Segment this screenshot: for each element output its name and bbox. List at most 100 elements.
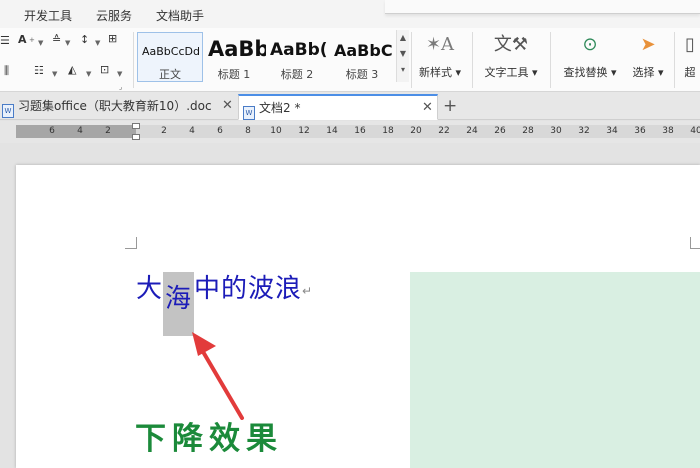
sort-icon[interactable]: ≙ [52, 33, 61, 47]
text-after: 中的波浪 [194, 274, 303, 304]
line-spacing-icon[interactable]: ↕ [80, 33, 89, 47]
tab-document2[interactable]: W 文档2 * ✕ [238, 94, 438, 120]
text-tools-icon: 文⚒ [493, 34, 529, 55]
chevron-down-icon[interactable]: ▼ [38, 36, 43, 50]
menu-cloud-service[interactable]: 云服务 [96, 7, 132, 24]
margin-corner-mark [690, 237, 700, 249]
select-label: 选择 ▾ [632, 66, 664, 79]
style-gallery: AaBbCcDd 正文 AaBb 标题 1 AaBb( 标题 2 AaBbC 标… [137, 32, 409, 84]
ribbon-separator [472, 32, 473, 88]
new-style-icon: ✶A [425, 34, 455, 55]
style-heading-1[interactable]: AaBb 标题 1 [203, 32, 266, 82]
menu-doc-assistant[interactable]: 文档助手 [156, 7, 204, 24]
chevron-down-icon[interactable]: ▼ [65, 36, 70, 50]
ruler-number: 12 [298, 126, 310, 136]
style-sample: AaBbCcDd [142, 45, 200, 58]
ruler-number: 24 [466, 126, 478, 136]
chevron-down-icon[interactable]: ▼ [117, 67, 122, 81]
overflow-button[interactable]: ▯ 超 [680, 32, 700, 88]
style-sample: AaBb [208, 37, 266, 61]
grow-font-arrow-icon[interactable]: + [29, 33, 35, 47]
menu-bar: 开发工具 云服务 文档助手 [0, 0, 700, 28]
indent-icon[interactable]: ☷ [34, 64, 44, 78]
ruler-number: 26 [494, 126, 506, 136]
text-tools-label: 文字工具 ▾ [484, 66, 538, 79]
select-button[interactable]: ➤ 选择 ▾ [625, 32, 671, 88]
style-normal[interactable]: AaBbCcDd 正文 [137, 32, 203, 82]
style-name: 正文 [159, 68, 181, 81]
ruler-number: 34 [606, 126, 618, 136]
ruler-number: 38 [662, 126, 674, 136]
horizontal-ruler[interactable]: 6 4 2 2 4 6 8 10 12 14 16 18 20 22 24 26 28 30 32 34 36 38 40 [16, 123, 700, 140]
ribbon-separator [133, 32, 134, 88]
ruler-number: 8 [245, 126, 251, 136]
document-page[interactable]: 大海中的波浪↵ 下降效果 [16, 165, 700, 468]
doc-file-icon: W [2, 104, 14, 118]
ruler-area: 6 4 2 2 4 6 8 10 12 14 16 18 20 22 24 26 28 30 32 34 36 38 40 [0, 121, 700, 143]
overflow-icon: ▯ [685, 34, 695, 55]
ruler-number: 22 [438, 126, 450, 136]
ruler-number: 32 [578, 126, 590, 136]
new-tab-button[interactable]: + [443, 96, 457, 116]
align-icon[interactable]: ☰ [0, 34, 10, 48]
close-icon[interactable]: ✕ [422, 96, 433, 120]
chevron-down-icon[interactable]: ▼ [86, 67, 91, 81]
ruler-number: 4 [189, 126, 195, 136]
gallery-scrollbar[interactable]: ▲ ▼ ▾ [396, 30, 409, 82]
chevron-down-icon[interactable]: ▼ [95, 36, 100, 50]
lowered-selected-char[interactable]: 海 [163, 272, 195, 336]
paragraph-mark-icon: ↵ [302, 284, 314, 298]
chevron-down-icon[interactable]: ▼ [397, 46, 409, 62]
find-replace-label: 查找替换 ▾ [563, 66, 617, 79]
chevron-up-icon[interactable]: ▲ [397, 30, 409, 46]
ruler-number: 20 [410, 126, 422, 136]
style-sample: AaBbC [334, 41, 393, 60]
ruler-number: 6 [49, 126, 55, 136]
ruler-number: 36 [634, 126, 646, 136]
find-replace-icon: ⊙ [582, 34, 598, 55]
ruler-number: 16 [354, 126, 366, 136]
document-text-line[interactable]: 大海中的波浪↵ [136, 268, 314, 336]
close-icon[interactable]: ✕ [222, 94, 233, 118]
red-arrow-annotation [192, 332, 244, 420]
ruler-number: 6 [217, 126, 223, 136]
border-icon[interactable]: ⊡ [100, 63, 109, 77]
style-sample: AaBb( [270, 40, 328, 60]
grow-font-icon[interactable]: A [18, 33, 27, 47]
tab-label: 文档2 * [259, 101, 301, 115]
effect-caption: 下降效果 [135, 421, 283, 457]
menu-dev-tools[interactable]: 开发工具 [24, 7, 72, 24]
left-indent-marker[interactable] [132, 134, 140, 140]
ribbon-separator [674, 32, 675, 88]
chevron-down-icon[interactable]: ▼ [52, 67, 57, 81]
style-heading-3[interactable]: AaBbC 标题 3 [329, 32, 395, 82]
fill-color-icon[interactable]: ◭ [68, 63, 76, 77]
find-replace-button[interactable]: ⊙ 查找替换 ▾ [556, 32, 624, 88]
overflow-label: 超 [684, 66, 696, 79]
cursor-arrow-icon: ➤ [640, 34, 656, 55]
command-search-box[interactable] [385, 0, 700, 14]
margin-corner-mark [125, 237, 137, 249]
ruler-number: 2 [105, 126, 111, 136]
style-name: 标题 1 [217, 68, 251, 81]
doc-file-icon: W [243, 106, 255, 120]
table-grid-icon[interactable]: ⊞ [108, 32, 117, 46]
tab-label: 习题集office（职大教育新10）.doc [18, 99, 212, 113]
ruler-number: 14 [326, 126, 338, 136]
gallery-expand-icon[interactable]: ▾ [397, 62, 409, 78]
style-name: 标题 3 [345, 68, 379, 81]
document-workspace[interactable]: 大海中的波浪↵ 下降效果 [0, 143, 700, 468]
style-name: 标题 2 [280, 68, 314, 81]
style-heading-2[interactable]: AaBb( 标题 2 [265, 32, 329, 82]
new-style-label: 新样式 ▾ [418, 66, 462, 79]
columns-icon[interactable]: ⫼ [4, 64, 9, 78]
tab-exercise-doc[interactable]: W 习题集office（职大教育新10）.doc ✕ [0, 94, 238, 120]
ruler-number: 4 [77, 126, 83, 136]
first-line-indent-marker[interactable] [132, 123, 140, 129]
ruler-number: 30 [550, 126, 562, 136]
text-tools-button[interactable]: 文⚒ 文字工具 ▾ [478, 32, 544, 88]
ribbon-separator [550, 32, 551, 88]
new-style-button[interactable]: ✶A 新样式 ▾ [412, 32, 468, 88]
ruler-number: 10 [270, 126, 282, 136]
green-shape[interactable] [410, 272, 700, 468]
